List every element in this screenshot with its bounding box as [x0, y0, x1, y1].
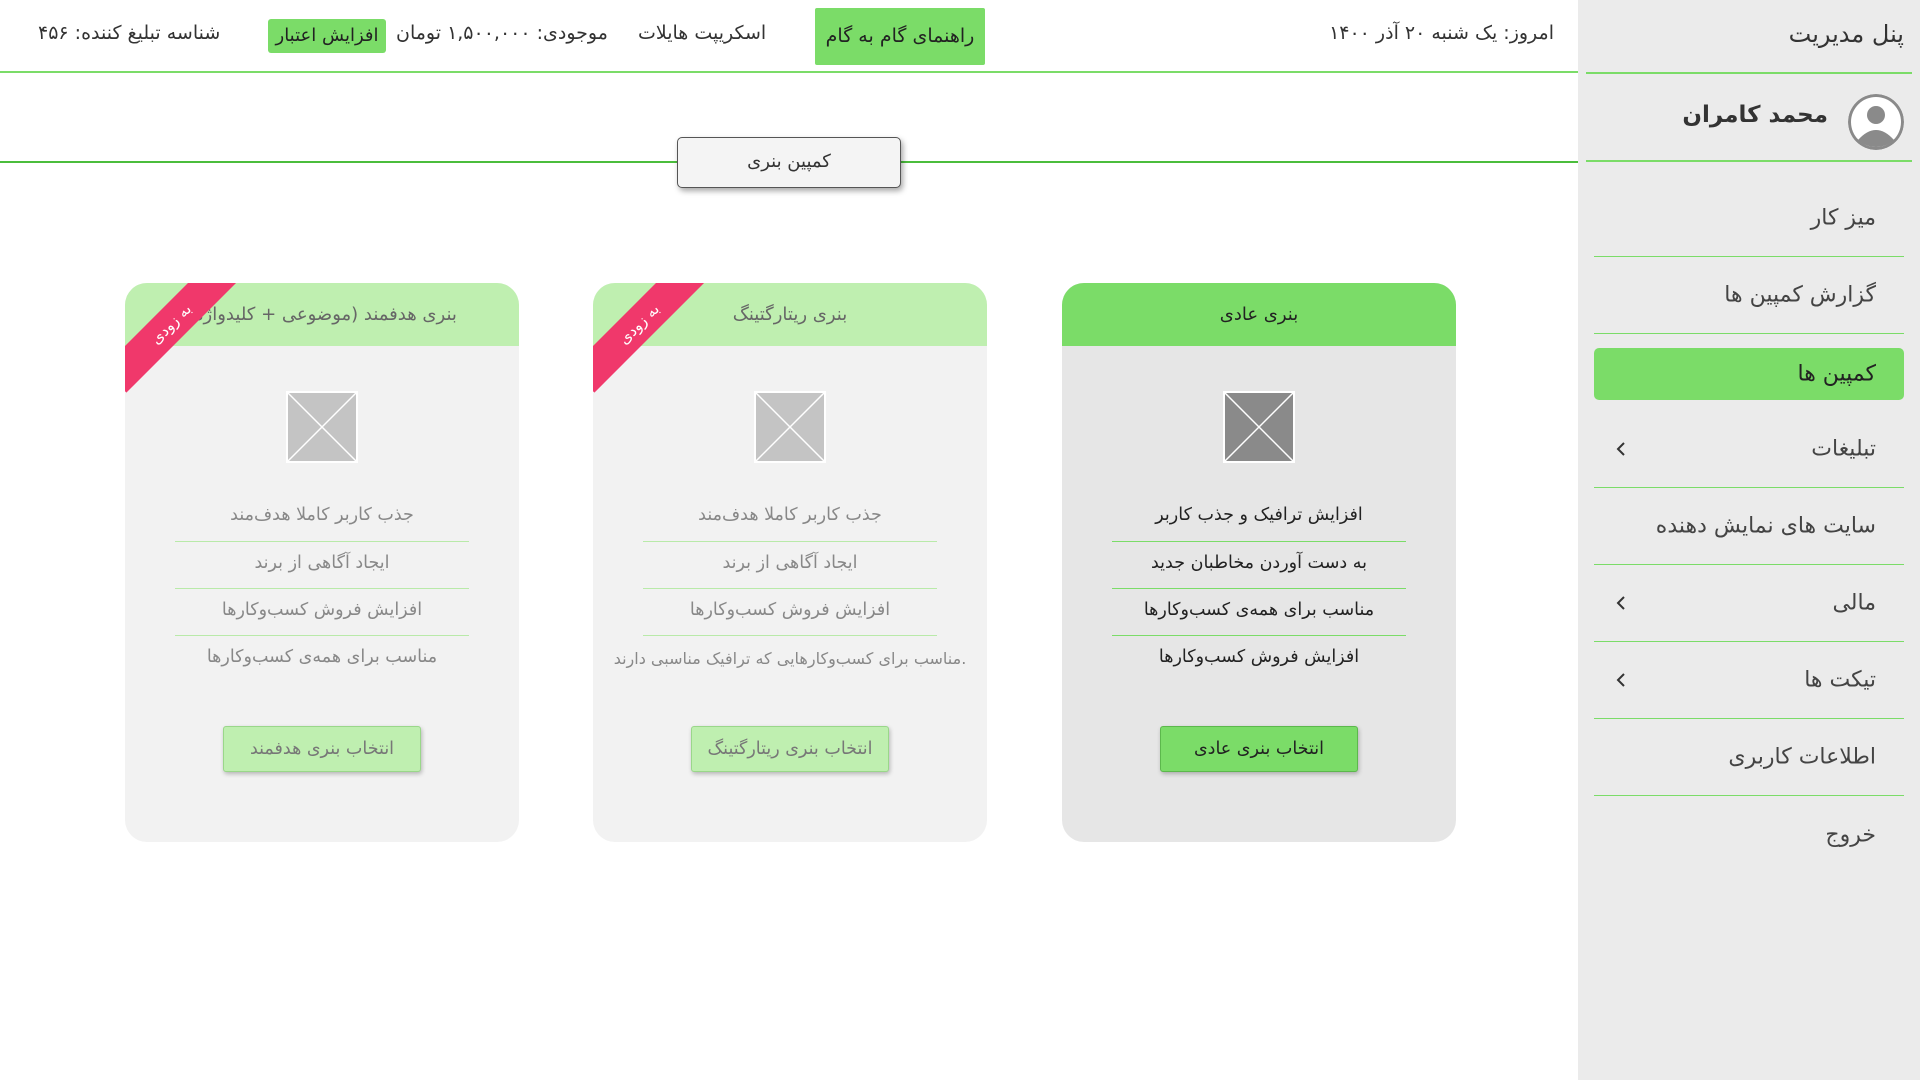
sidebar-item-campaign-reports[interactable]: گزارش کمپین ها: [1594, 257, 1904, 334]
sidebar: پنل مدیریت محمد کامران میز کار گزارش کمپ…: [1578, 0, 1920, 1080]
sidebar-item-campaigns[interactable]: کمپین ها: [1594, 334, 1904, 411]
advertiser-id: شناسه تبلیغ کننده: ۴۵۶: [38, 22, 221, 44]
image-placeholder-icon: [286, 391, 358, 463]
chevron-left-icon[interactable]: [1612, 671, 1630, 689]
feature-divider: [175, 541, 469, 542]
hilight-script-link[interactable]: اسکریپت هایلات: [638, 22, 766, 44]
section-tab-banner-campaign[interactable]: کمپین بنری: [677, 137, 901, 188]
sidebar-menu: میز کار گزارش کمپین ها کمپین ها تبلیغات …: [1594, 180, 1904, 873]
sidebar-item-publisher-sites[interactable]: سایت های نمایش دهنده: [1594, 488, 1904, 565]
panel-title: پنل مدیریت: [1788, 20, 1904, 48]
feature-item: افزایش فروش کسب‌وکارها: [689, 600, 891, 620]
user-name: محمد کامران: [1682, 102, 1828, 128]
sidebar-item-label: تبلیغات: [1811, 436, 1876, 462]
sidebar-item-ads[interactable]: تبلیغات: [1594, 411, 1904, 488]
feature-divider: [643, 588, 937, 589]
feature-item: افزایش ترافیک و جذب کاربر: [1155, 505, 1363, 525]
select-retargeting-banner-button[interactable]: انتخاب بنری ریتارگتینگ: [691, 726, 889, 772]
feature-item: جذب کاربر کاملا هدف‌مند: [230, 505, 414, 525]
sidebar-divider: [1586, 160, 1912, 162]
sidebar-item-tickets[interactable]: تیکت ها: [1594, 642, 1904, 719]
feature-divider: [643, 635, 937, 636]
feature-divider: [175, 635, 469, 636]
sidebar-item-label: تیکت ها: [1804, 667, 1876, 693]
feature-divider: [1112, 541, 1406, 542]
feature-item: ایجاد آگاهی از برند: [254, 553, 390, 573]
chevron-left-icon[interactable]: [1612, 440, 1630, 458]
sidebar-item-dashboard[interactable]: میز کار: [1594, 180, 1904, 257]
sidebar-item-finance[interactable]: مالی: [1594, 565, 1904, 642]
sidebar-item-label: میز کار: [1810, 205, 1876, 231]
feature-divider: [1112, 588, 1406, 589]
feature-item: افزایش فروش کسب‌وکارها: [221, 600, 423, 620]
plan-card-retargeting[interactable]: بنری ریتارگتینگ به زودی جذب کاربر کاملا …: [593, 283, 987, 842]
sidebar-item-user-info[interactable]: اطلاعات کاربری: [1594, 719, 1904, 796]
card-title: بنری عادی: [1062, 283, 1456, 346]
header-divider: [0, 71, 1578, 73]
user-avatar-icon[interactable]: [1848, 94, 1904, 150]
feature-item: افزایش فروش کسب‌وکارها: [1158, 647, 1360, 667]
top-header: امروز: یک شنبه ۲۰ آذر ۱۴۰۰ راهنمای گام ب…: [0, 0, 1578, 73]
chevron-left-icon[interactable]: [1612, 594, 1630, 612]
feature-item: مناسب برای همه‌ی کسب‌وکارها: [206, 647, 438, 667]
sidebar-item-label: خروج: [1825, 822, 1876, 847]
feature-divider: [1112, 635, 1406, 636]
sidebar-item-label: اطلاعات کاربری: [1728, 744, 1876, 770]
step-by-step-guide-button[interactable]: راهنمای گام به گام: [815, 8, 985, 65]
sidebar-item-label: سایت های نمایش دهنده: [1655, 513, 1876, 539]
image-placeholder-icon: [754, 391, 826, 463]
sidebar-item-label: گزارش کمپین ها: [1724, 282, 1876, 308]
plan-card-normal[interactable]: بنری عادی افزایش ترافیک و جذب کاربر به د…: [1062, 283, 1456, 842]
feature-divider: [175, 588, 469, 589]
feature-item: جذب کاربر کاملا هدف‌مند: [698, 505, 882, 525]
select-normal-banner-button[interactable]: انتخاب بنری عادی: [1160, 726, 1358, 772]
balance-text: موجودی: ۱,۵۰۰,۰۰۰ تومان: [396, 22, 608, 44]
feature-divider: [643, 541, 937, 542]
feature-item: ایجاد آگاهی از برند: [722, 553, 858, 573]
feature-item: مناسب برای کسب‌وکارهایی که ترافیک مناسبی…: [613, 649, 967, 668]
increase-credit-button[interactable]: افزایش اعتبار: [268, 19, 386, 53]
feature-item: مناسب برای همه‌ی کسب‌وکارها: [1143, 600, 1375, 620]
image-placeholder-icon: [1223, 391, 1295, 463]
current-date: امروز: یک شنبه ۲۰ آذر ۱۴۰۰: [1329, 22, 1554, 44]
user-block[interactable]: محمد کامران: [1586, 74, 1912, 160]
feature-item: به دست آوردن مخاطبان جدید: [1150, 553, 1367, 573]
select-targeted-banner-button[interactable]: انتخاب بنری هدفمند: [223, 726, 421, 772]
sidebar-item-label: کمپین ها: [1797, 361, 1876, 387]
plan-card-targeted[interactable]: بنری هدفمند (موضوعی + کلیدواژه) به زودی …: [125, 283, 519, 842]
sidebar-item-label: مالی: [1832, 590, 1876, 616]
sidebar-item-logout[interactable]: خروج: [1594, 796, 1904, 873]
